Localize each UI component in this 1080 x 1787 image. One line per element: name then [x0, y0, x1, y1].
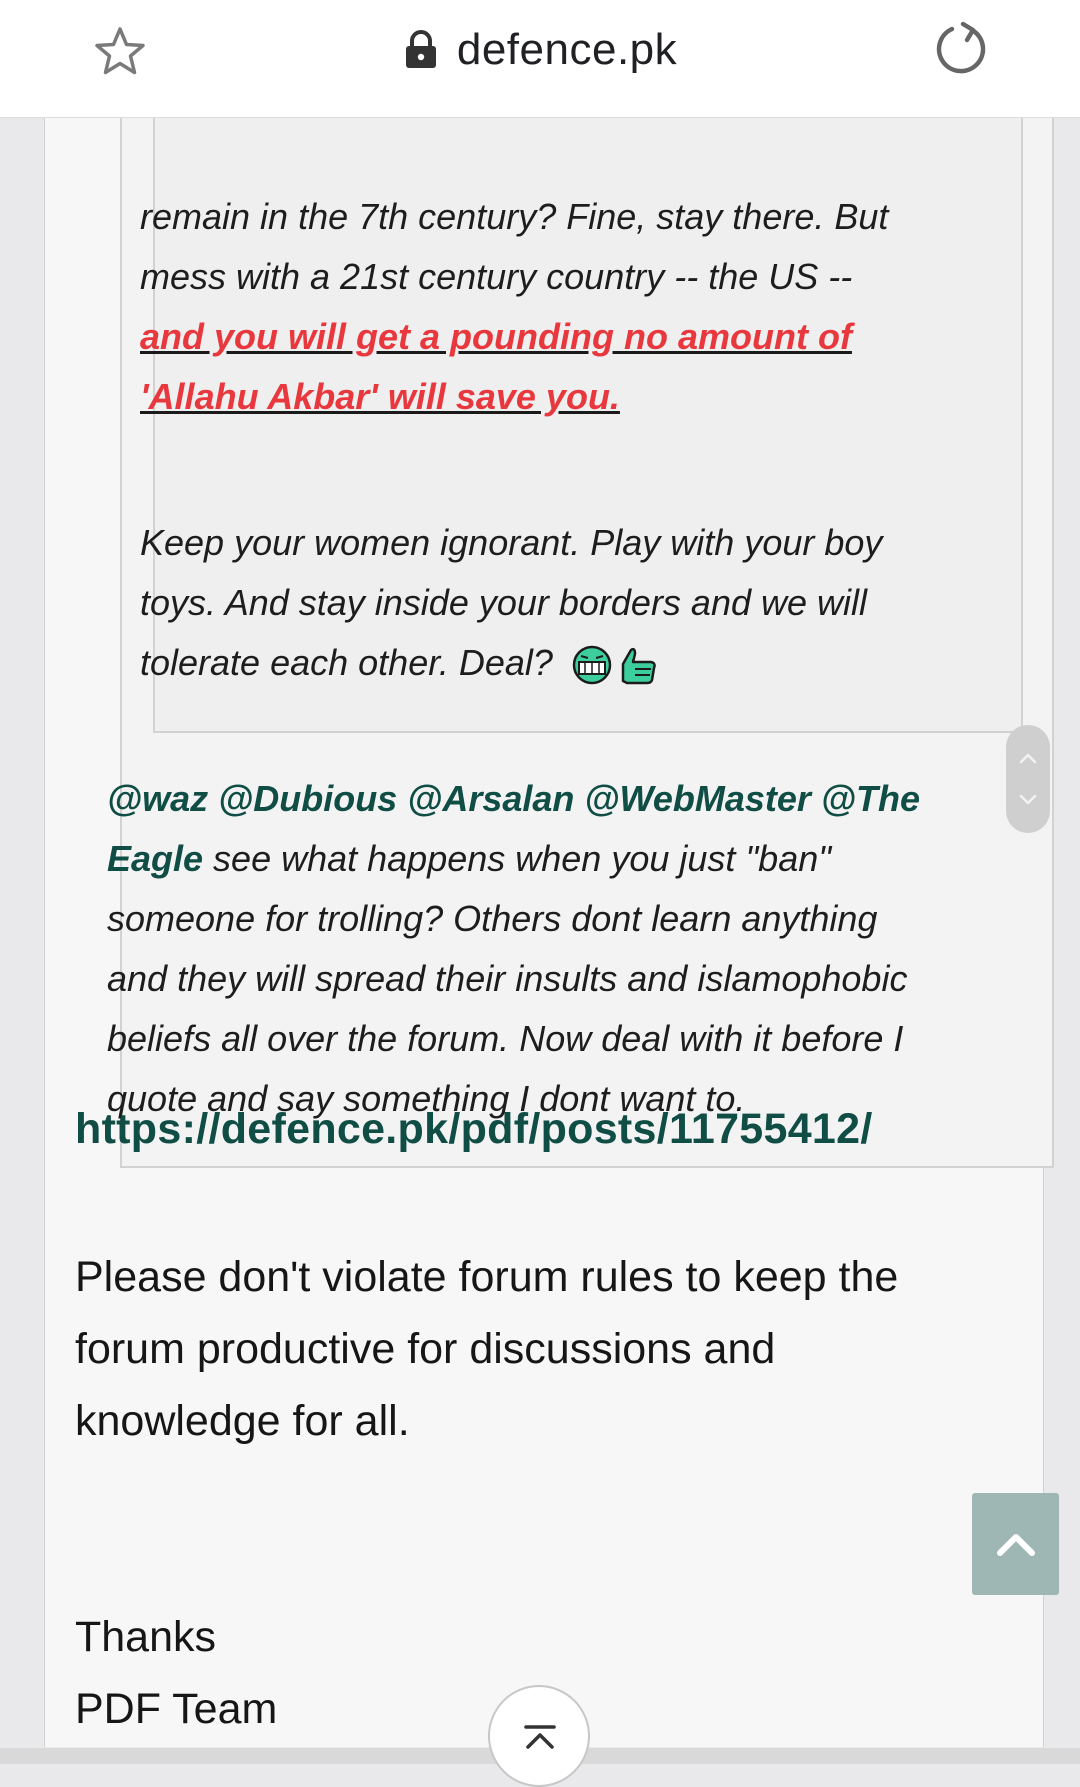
post-link[interactable]: https://defence.pk/pdf/posts/11755412/	[75, 1105, 873, 1154]
outer-quote-line: and they will spread their insults and i…	[107, 958, 908, 999]
chevron-down-icon[interactable]	[1018, 793, 1038, 807]
scroll-to-top-button[interactable]	[488, 1685, 590, 1787]
notice-line: Please don't violate forum rules to keep…	[75, 1253, 899, 1301]
inner-quote-line: mess with a 21st century country -- the …	[140, 256, 853, 297]
inner-quote-line: remain in the 7th century? Fine, stay th…	[140, 196, 889, 237]
back-to-top-button[interactable]	[972, 1493, 1059, 1595]
signature-line: Thanks	[75, 1613, 217, 1661]
browser-toolbar: defence.pk	[0, 0, 1080, 118]
post-content: remain in the 7th century? Fine, stay th…	[44, 107, 1054, 1747]
chevron-up-icon	[996, 1534, 1035, 1556]
inner-quote-line: toys. And stay inside your borders and w…	[140, 582, 868, 623]
mentions-line: @waz @Dubious @Arsalan @WebMaster @The	[107, 769, 920, 829]
thumbs-up-icon	[621, 648, 656, 685]
url-text[interactable]: defence.pk	[457, 25, 677, 75]
notice-line: knowledge for all.	[75, 1397, 410, 1445]
outer-quote-line: beliefs all over the forum. Now deal wit…	[107, 1018, 904, 1059]
inner-quote-line: Keep your women ignorant. Play with your…	[140, 522, 883, 563]
lock-icon	[405, 30, 436, 68]
address-bar[interactable]: defence.pk	[0, 0, 1080, 100]
notice-line: forum productive for discussions and	[75, 1325, 776, 1373]
outer-quote-line: Eagle see what happens when you just "ba…	[107, 838, 832, 879]
user-mentions[interactable]: @waz @Dubious @Arsalan @WebMaster @The	[107, 778, 920, 819]
reload-icon[interactable]	[928, 18, 992, 82]
grin-icon	[572, 646, 612, 685]
inner-quote-line-with-emoji: tolerate each other. Deal?	[140, 633, 659, 693]
outer-quote-line: someone for trolling? Others dont learn …	[107, 898, 878, 939]
signature-line: PDF Team	[75, 1685, 278, 1733]
chevron-up-icon[interactable]	[1018, 751, 1038, 765]
page-scroller[interactable]	[1006, 725, 1050, 833]
scroll-to-top-icon	[524, 1725, 556, 1749]
highlighted-text: 'Allahu Akbar' will save you.	[140, 376, 620, 417]
highlighted-text: and you will get a pounding no amount of	[140, 316, 852, 357]
user-mention-eagle[interactable]: Eagle	[107, 838, 203, 879]
